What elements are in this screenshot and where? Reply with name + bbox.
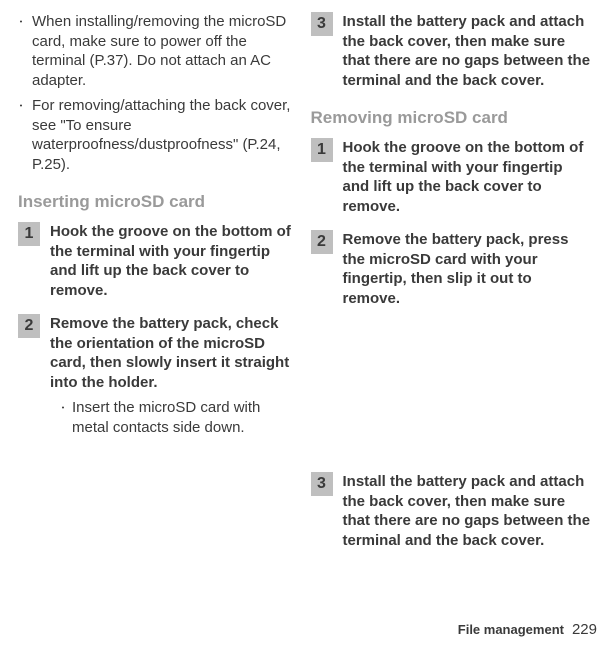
right-column: 3 Install the battery pack and attach th… (305, 12, 598, 608)
step-3: 3 Install the battery pack and attach th… (311, 472, 592, 550)
bullet-dot-icon: ･ (18, 12, 32, 90)
step-number-badge: 1 (18, 222, 40, 246)
step-2: 2 Remove the battery pack, check the ori… (18, 314, 299, 437)
left-column: ･ When installing/removing the microSD c… (12, 12, 305, 608)
step-title: Install the battery pack and attach the … (343, 472, 592, 550)
sub-bullet-text: Insert the microSD card with metal conta… (72, 398, 299, 437)
step-body: Install the battery pack and attach the … (343, 472, 592, 550)
step-number-badge: 1 (311, 138, 333, 162)
step-2: 2 Remove the battery pack, press the mic… (311, 230, 592, 308)
step-body: Remove the battery pack, check the orien… (50, 314, 299, 437)
bullet-dot-icon: ･ (60, 398, 72, 437)
section-heading-inserting: Inserting microSD card (18, 192, 299, 212)
footer-page-number: 229 (572, 621, 597, 638)
step-title: Hook the groove on the bottom of the ter… (343, 138, 592, 216)
step-body: Hook the groove on the bottom of the ter… (343, 138, 592, 216)
step-1: 1 Hook the groove on the bottom of the t… (18, 222, 299, 300)
step-number-badge: 3 (311, 472, 333, 496)
footer-section-label: File management (458, 622, 564, 637)
sub-bullet: ･ Insert the microSD card with metal con… (50, 398, 299, 437)
section-heading-removing: Removing microSD card (311, 108, 592, 128)
bullet-text: For removing/attaching the back cover, s… (32, 96, 299, 174)
bullet-item: ･ For removing/attaching the back cover,… (18, 96, 299, 174)
step-body: Install the battery pack and attach the … (343, 12, 592, 90)
step-title: Install the battery pack and attach the … (343, 12, 592, 90)
step-number-badge: 2 (18, 314, 40, 338)
image-placeholder-gap (311, 322, 592, 472)
step-body: Remove the battery pack, press the micro… (343, 230, 592, 308)
step-title: Remove the battery pack, press the micro… (343, 230, 592, 308)
bullet-dot-icon: ･ (18, 96, 32, 174)
step-number-badge: 2 (311, 230, 333, 254)
bullet-text: When installing/removing the microSD car… (32, 12, 299, 90)
step-body: Hook the groove on the bottom of the ter… (50, 222, 299, 300)
page-footer: File management 229 (458, 621, 597, 638)
step-1: 1 Hook the groove on the bottom of the t… (311, 138, 592, 216)
step-title: Remove the battery pack, check the orien… (50, 314, 299, 392)
bullet-item: ･ When installing/removing the microSD c… (18, 12, 299, 90)
step-3-top: 3 Install the battery pack and attach th… (311, 12, 592, 90)
step-title: Hook the groove on the bottom of the ter… (50, 222, 299, 300)
step-number-badge: 3 (311, 12, 333, 36)
